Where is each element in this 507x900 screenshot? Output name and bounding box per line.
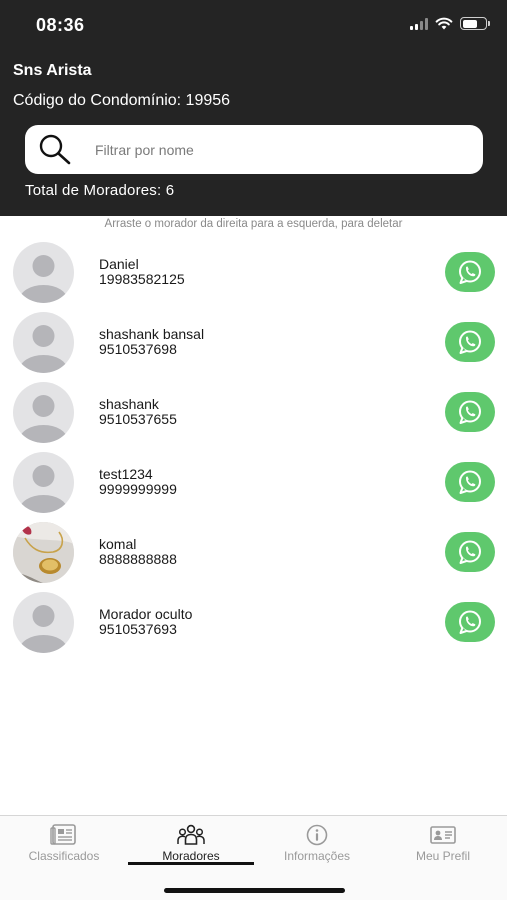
newspaper-icon — [50, 824, 76, 845]
whatsapp-icon — [459, 610, 481, 634]
condo-code: Código do Condomínio: 19956 — [13, 92, 231, 109]
wifi-icon — [435, 17, 453, 30]
cellular-signal-icon — [410, 17, 428, 30]
info-icon — [306, 824, 328, 846]
search-input[interactable] — [95, 125, 465, 174]
tab-label: Meu Prefil — [415, 849, 471, 863]
list-item[interactable]: Morador oculto 9510537693 — [0, 586, 507, 656]
resident-name: shashank bansal — [99, 326, 205, 342]
status-icons — [410, 17, 490, 30]
bottom-tab-bar: Classificados Moradores Informações Meu … — [0, 815, 507, 900]
whatsapp-icon — [459, 400, 481, 424]
default-avatar-icon — [13, 242, 74, 303]
resident-name: test1234 — [99, 466, 153, 482]
resident-phone: 9510537698 — [99, 341, 177, 357]
resident-phone: 9999999999 — [99, 481, 177, 497]
active-tab-indicator — [128, 862, 254, 865]
whatsapp-button[interactable] — [445, 322, 495, 362]
whatsapp-button[interactable] — [445, 462, 495, 502]
default-avatar-icon — [13, 382, 74, 443]
swipe-hint: Arraste o morador da direita para a esqu… — [104, 218, 403, 230]
home-indicator[interactable] — [164, 888, 345, 893]
app-header: 08:36 Sns Arista Código do Condomínio: 1… — [0, 0, 507, 216]
list-item[interactable]: Daniel 19983582125 — [0, 236, 507, 306]
battery-icon — [460, 17, 490, 30]
tab-label: Classificados — [28, 849, 100, 863]
total-residents: Total de Moradores: 6 — [25, 182, 175, 199]
photo-avatar — [13, 522, 74, 583]
default-avatar-icon — [13, 312, 74, 373]
whatsapp-icon — [459, 470, 481, 494]
tab-label: Informações — [283, 849, 351, 863]
whatsapp-icon — [459, 260, 481, 284]
resident-list: Daniel 19983582125 shashank bansal 95105… — [0, 236, 507, 656]
list-item[interactable]: shashank 9510537655 — [0, 376, 507, 446]
status-time: 08:36 — [36, 15, 85, 35]
tab-meu-prefil[interactable]: Meu Prefil — [380, 816, 506, 876]
id-card-icon — [430, 826, 456, 844]
search-box[interactable] — [25, 125, 483, 174]
resident-name: Morador oculto — [99, 606, 193, 622]
default-avatar-icon — [13, 592, 74, 653]
default-avatar-icon — [13, 452, 74, 513]
whatsapp-icon — [459, 330, 481, 354]
search-icon[interactable] — [37, 133, 73, 165]
whatsapp-icon — [459, 540, 481, 564]
tab-classificados[interactable]: Classificados — [1, 816, 127, 876]
whatsapp-button[interactable] — [445, 532, 495, 572]
tab-label: Moradores — [162, 849, 220, 863]
condo-name: Sns Arista — [13, 62, 92, 79]
list-item[interactable]: test1234 9999999999 — [0, 446, 507, 516]
whatsapp-button[interactable] — [445, 602, 495, 642]
resident-phone: 8888888888 — [99, 551, 177, 567]
whatsapp-button[interactable] — [445, 252, 495, 292]
group-icon — [177, 824, 205, 845]
whatsapp-button[interactable] — [445, 392, 495, 432]
resident-name: shashank — [99, 396, 159, 412]
resident-phone: 19983582125 — [99, 271, 185, 287]
resident-phone: 9510537693 — [99, 621, 177, 637]
resident-phone: 9510537655 — [99, 411, 177, 427]
list-item[interactable]: shashank bansal 9510537698 — [0, 306, 507, 376]
status-bar: 08:36 — [0, 0, 507, 50]
tab-informacoes[interactable]: Informações — [254, 816, 380, 876]
tab-moradores[interactable]: Moradores — [128, 816, 254, 876]
resident-name: Daniel — [99, 256, 139, 272]
list-item[interactable]: komal 8888888888 — [0, 516, 507, 586]
resident-name: komal — [99, 536, 137, 552]
